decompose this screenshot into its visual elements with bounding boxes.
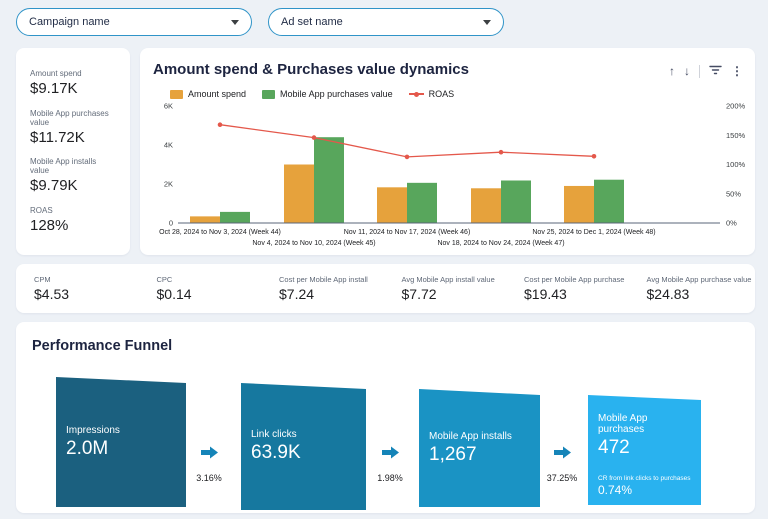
funnel-sub-value: 0.74% — [598, 483, 691, 497]
scorecard-amount-spend: Amount spend $9.17K — [30, 69, 116, 97]
kpi-cpm: CPM $4.53 — [18, 275, 141, 302]
x-axis-label-week-3: Nov 18, 2024 to Nov 24, 2024 (Week 47) — [437, 240, 564, 247]
metric-value: $9.17K — [30, 80, 116, 97]
metric-value: $9.79K — [30, 177, 116, 194]
right-axis-tick: 50% — [726, 189, 741, 198]
kpi-avg-purchase-value: Avg Mobile App purchase value $24.83 — [631, 275, 754, 302]
roas-point-week-1[interactable] — [312, 135, 317, 140]
kpi-value: $24.83 — [647, 286, 754, 302]
dynamics-chart-card: Amount spend & Purchases value dynamics … — [140, 48, 755, 255]
scorecard-panel: Amount spend $9.17K Mobile App purchases… — [16, 48, 130, 255]
right-axis-tick: 150% — [726, 131, 746, 140]
metric-value: 128% — [30, 217, 116, 234]
bar-purchases-week-0[interactable] — [220, 212, 250, 223]
chevron-down-icon — [231, 20, 239, 25]
x-axis-label-week-2: Nov 11, 2024 to Nov 17, 2024 (Week 46) — [344, 229, 471, 236]
roas-point-week-4[interactable] — [592, 154, 597, 159]
funnel-step-value: 63.9K — [251, 442, 356, 464]
bar-spend-week-1[interactable] — [284, 165, 314, 224]
filter-bar: Campaign name Ad set name — [16, 8, 504, 36]
kpi-value: $19.43 — [524, 286, 631, 302]
kpi-cost-per-install: Cost per Mobile App install $7.24 — [263, 275, 386, 302]
scorecard-roas: ROAS 128% — [30, 206, 116, 234]
funnel-step-label: Mobile App installs — [429, 431, 530, 442]
kpi-cost-per-purchase: Cost per Mobile App purchase $19.43 — [508, 275, 631, 302]
metric-label: Mobile App purchases value — [30, 109, 116, 127]
left-axis-tick: 6K — [164, 102, 173, 111]
adset-filter-label: Ad set name — [281, 16, 483, 28]
bar-purchases-week-3[interactable] — [501, 180, 531, 223]
roas-point-week-0[interactable] — [218, 122, 223, 127]
funnel-title: Performance Funnel — [32, 338, 172, 354]
funnel-step-purchases[interactable]: Mobile App purchases 472 CR from link cl… — [588, 395, 701, 505]
funnel-sub-label: CR from link clicks to purchases — [598, 475, 691, 482]
metric-label: Amount spend — [30, 69, 116, 78]
kpi-cpc: CPC $0.14 — [141, 275, 264, 302]
funnel-step-value: 1,267 — [429, 444, 530, 466]
right-arrow-icon — [201, 446, 218, 459]
kpi-value: $0.14 — [157, 286, 264, 302]
funnel-step-impressions[interactable]: Impressions 2.0M — [56, 377, 186, 507]
right-axis-tick: 200% — [726, 102, 746, 111]
roas-point-week-3[interactable] — [499, 150, 504, 155]
funnel-step-installs[interactable]: Mobile App installs 1,267 — [419, 389, 540, 507]
scorecard-purchases-value: Mobile App purchases value $11.72K — [30, 109, 116, 146]
kpi-label: Avg Mobile App install value — [402, 275, 509, 284]
right-axis-tick: 0% — [726, 219, 737, 228]
funnel-step-value: 472 — [598, 437, 691, 459]
left-axis-tick: 4K — [164, 141, 173, 150]
bar-spend-week-3[interactable] — [471, 188, 501, 223]
funnel-step-label: Link clicks — [251, 429, 356, 440]
funnel-step-link-clicks[interactable]: Link clicks 63.9K — [241, 383, 366, 510]
right-arrow-icon — [554, 446, 571, 459]
campaign-filter-label: Campaign name — [29, 16, 231, 28]
funnel-step-sub: CR from link clicks to purchases 0.74% — [598, 475, 691, 497]
kpi-label: Cost per Mobile App purchase — [524, 275, 631, 284]
funnel-step-label: Impressions — [66, 425, 176, 436]
funnel-transition-1: 3.16% — [181, 446, 237, 483]
kpi-label: Cost per Mobile App install — [279, 275, 386, 284]
bar-spend-week-2[interactable] — [377, 187, 407, 223]
chevron-down-icon — [483, 20, 491, 25]
funnel-step-label: Mobile App purchases — [598, 413, 691, 435]
metric-label: Mobile App installs value — [30, 157, 116, 175]
bar-spend-week-4[interactable] — [564, 186, 594, 223]
funnel-transition-3: 37.25% — [534, 446, 590, 483]
conversion-rate: 3.16% — [196, 473, 222, 483]
funnel-transition-2: 1.98% — [362, 446, 418, 483]
right-axis-tick: 100% — [726, 160, 746, 169]
campaign-filter-dropdown[interactable]: Campaign name — [16, 8, 252, 36]
kpi-value: $7.24 — [279, 286, 386, 302]
funnel-step-value: 2.0M — [66, 438, 176, 460]
left-axis-tick: 2K — [164, 180, 173, 189]
x-axis-label-week-4: Nov 25, 2024 to Dec 1, 2024 (Week 48) — [532, 229, 655, 236]
metric-value: $11.72K — [30, 129, 116, 146]
metric-label: ROAS — [30, 206, 116, 215]
kpi-avg-install-value: Avg Mobile App install value $7.72 — [386, 275, 509, 302]
kpi-label: CPC — [157, 275, 264, 284]
bar-purchases-week-1[interactable] — [314, 137, 344, 223]
x-axis-label-week-0: Oct 28, 2024 to Nov 3, 2024 (Week 44) — [159, 229, 281, 236]
scorecard-installs-value: Mobile App installs value $9.79K — [30, 157, 116, 194]
kpi-strip: CPM $4.53 CPC $0.14 Cost per Mobile App … — [16, 264, 755, 313]
conversion-rate: 1.98% — [377, 473, 403, 483]
kpi-value: $7.72 — [402, 286, 509, 302]
kpi-label: Avg Mobile App purchase value — [647, 275, 754, 284]
roas-line[interactable] — [220, 125, 594, 157]
bar-purchases-week-2[interactable] — [407, 183, 437, 223]
bar-spend-week-0[interactable] — [190, 216, 220, 223]
adset-filter-dropdown[interactable]: Ad set name — [268, 8, 504, 36]
kpi-value: $4.53 — [34, 286, 141, 302]
roas-point-week-2[interactable] — [405, 155, 410, 160]
left-axis-tick: 0 — [169, 219, 173, 228]
right-arrow-icon — [382, 446, 399, 459]
kpi-label: CPM — [34, 275, 141, 284]
bar-purchases-week-4[interactable] — [594, 180, 624, 223]
x-axis-label-week-1: Nov 4, 2024 to Nov 10, 2024 (Week 45) — [252, 240, 375, 247]
combo-chart-plot[interactable]: 0 2K 4K 6K 0% 50% 100% 150% 200% Oct 28, 2024 to … — [140, 48, 755, 255]
performance-funnel-card: Performance Funnel Impressions 2.0M Link… — [16, 322, 755, 513]
conversion-rate: 37.25% — [547, 473, 578, 483]
